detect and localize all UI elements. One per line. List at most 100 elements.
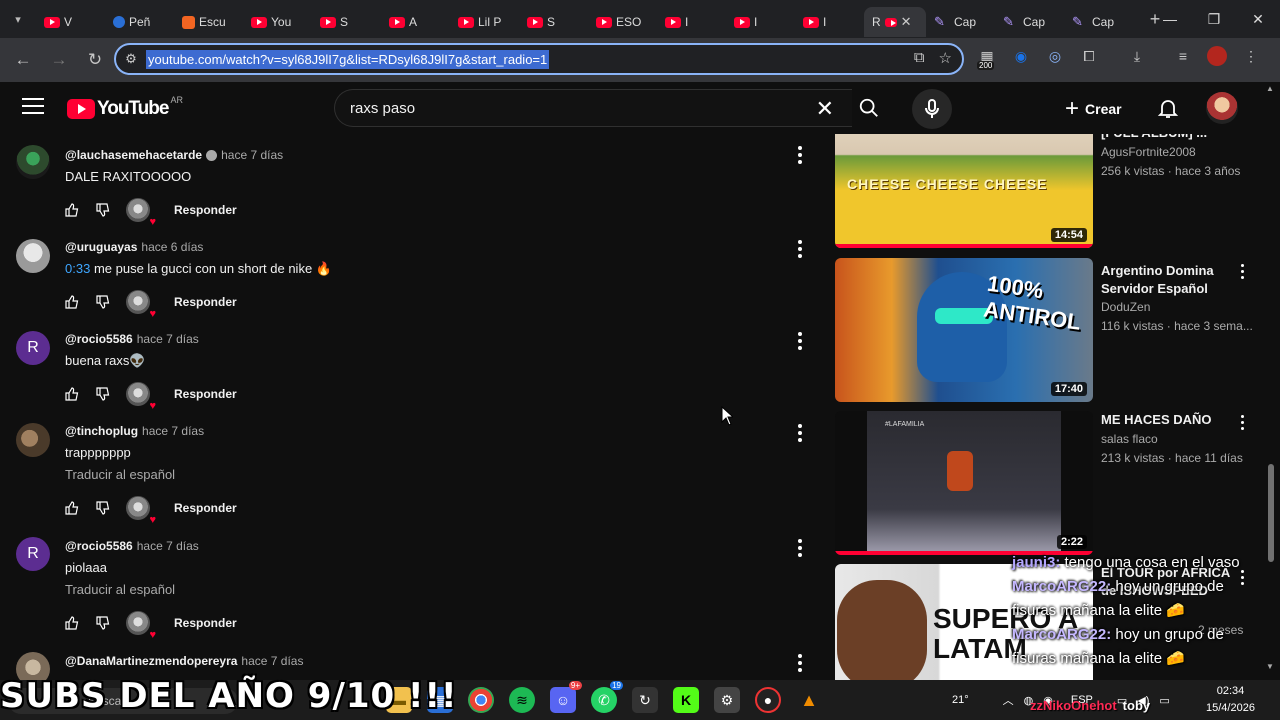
spotify-icon[interactable]: ≋ [509, 687, 535, 713]
kick-icon[interactable]: K [673, 687, 699, 713]
tab[interactable]: I [795, 7, 864, 37]
comment-author[interactable]: @tinchoplug [65, 424, 138, 438]
dislike-icon[interactable] [95, 615, 111, 631]
settings-gear-icon[interactable]: ⚙ [714, 687, 740, 713]
comment-author[interactable]: @lauchasemehacetarde [65, 148, 202, 162]
search-value[interactable]: raxs paso [350, 100, 415, 117]
tab[interactable]: You [243, 7, 312, 37]
comment-menu-icon[interactable] [796, 240, 804, 261]
chrome-icon[interactable] [468, 687, 494, 713]
video-menu-icon[interactable] [1239, 264, 1245, 282]
search-input[interactable]: raxs paso ✕ [334, 89, 852, 127]
comment-time[interactable]: hace 7 días [241, 654, 303, 668]
comment-time[interactable]: hace 7 días [137, 539, 199, 553]
comment-author[interactable]: @DanaMartinezmendopereyra [65, 654, 237, 668]
clear-search-icon[interactable]: ✕ [816, 96, 834, 122]
video-timestamp-link[interactable]: 0:33 [65, 261, 90, 276]
profile-avatar[interactable] [1205, 44, 1229, 68]
video-title[interactable]: [FULL ALBUM] ... [1101, 134, 1241, 142]
minimize-icon[interactable]: — [1148, 0, 1192, 38]
translate-link[interactable]: Traducir al español [65, 582, 175, 597]
tab[interactable]: Lil P [450, 7, 519, 37]
avatar[interactable]: R [16, 537, 50, 571]
comment-time[interactable]: hace 6 días [141, 240, 203, 254]
like-icon[interactable] [64, 386, 80, 402]
search-button[interactable] [843, 89, 895, 127]
tab[interactable]: S [312, 7, 381, 37]
discord-icon[interactable]: ☺ 9+ [550, 681, 582, 713]
tab[interactable]: ✎ Cap [926, 7, 995, 37]
tab[interactable]: ✎ Cap [1064, 7, 1133, 37]
video-menu-icon[interactable] [1239, 415, 1245, 433]
scroll-up-arrow[interactable]: ▲ [1266, 84, 1274, 93]
tab[interactable]: Peñ [105, 7, 174, 37]
back-button[interactable]: ← [6, 43, 40, 77]
comment-time[interactable]: hace 7 días [142, 424, 204, 438]
reply-button[interactable]: Responder [174, 387, 237, 401]
site-info-icon[interactable]: ⚙ [116, 51, 146, 67]
extension-icon[interactable]: ◉ [1009, 44, 1033, 68]
like-icon[interactable] [64, 202, 80, 218]
tab-search-button[interactable]: ▾ [0, 0, 36, 38]
channel-name[interactable]: DoduZen [1101, 300, 1150, 314]
tab[interactable]: V [36, 7, 105, 37]
comment-menu-icon[interactable] [796, 654, 804, 675]
reply-button[interactable]: Responder [174, 616, 237, 630]
menu-icon[interactable] [22, 98, 44, 119]
reload-button[interactable]: ↻ [78, 43, 112, 77]
video-title[interactable]: Argentino Domina Servidor Español [1101, 262, 1241, 298]
tab[interactable]: ESO [588, 7, 657, 37]
scroll-down-arrow[interactable]: ▼ [1266, 662, 1274, 671]
tab[interactable]: I [726, 7, 795, 37]
extension-icon[interactable]: ◎ [1043, 44, 1067, 68]
whatsapp-icon[interactable]: ✆ 19 [591, 681, 623, 713]
close-window-icon[interactable]: ✕ [1236, 0, 1280, 38]
comment-time[interactable]: hace 7 días [221, 148, 283, 162]
avatar[interactable] [16, 423, 50, 457]
puzzle-icon[interactable]: ⧠ [1077, 44, 1101, 68]
comment-menu-icon[interactable] [796, 332, 804, 353]
battery-icon[interactable]: ▭ [1159, 694, 1169, 707]
video-thumbnail[interactable]: #LAFAMILIA 2:22 [835, 411, 1093, 555]
tab[interactable]: Escu [174, 7, 243, 37]
comment-author[interactable]: @uruguayas [65, 240, 137, 254]
page-scrollbar[interactable] [1268, 464, 1274, 562]
comment-menu-icon[interactable] [796, 146, 804, 167]
browser-menu-icon[interactable]: ⋮ [1239, 44, 1263, 68]
reply-button[interactable]: Responder [174, 295, 237, 309]
like-icon[interactable] [64, 500, 80, 516]
dislike-icon[interactable] [95, 500, 111, 516]
vlc-icon[interactable]: ▲ [796, 687, 822, 713]
close-icon[interactable]: ✕ [901, 14, 912, 30]
avatar[interactable]: R [16, 331, 50, 365]
download-icon[interactable]: ⤓ [1125, 44, 1149, 68]
dislike-icon[interactable] [95, 202, 111, 218]
reply-button[interactable]: Responder [174, 501, 237, 515]
tab-active[interactable]: R ✕ [864, 7, 926, 37]
like-icon[interactable] [64, 615, 80, 631]
avatar[interactable] [16, 145, 50, 179]
extension-icon[interactable]: ▦ 200 [975, 44, 999, 70]
recorder-icon[interactable]: ● [755, 687, 781, 713]
address-bar[interactable]: ⚙ youtube.com/watch?v=syl68J9lI7g&list=R… [114, 43, 964, 75]
video-thumbnail[interactable]: 100% ANTIROL 17:40 [835, 258, 1093, 402]
tab[interactable]: S [519, 7, 588, 37]
tab[interactable]: ✎ Cap [995, 7, 1064, 37]
video-thumbnail[interactable]: CHEESE CHEESE CHEESE 14:54 [835, 134, 1093, 248]
avatar[interactable] [16, 239, 50, 273]
app-icon[interactable]: ↻ [632, 687, 658, 713]
channel-name[interactable]: AgusFortnite2008 [1101, 145, 1196, 159]
media-control-icon[interactable]: ≡ [1171, 44, 1195, 68]
dislike-icon[interactable] [95, 386, 111, 402]
tab[interactable]: I [657, 7, 726, 37]
tab[interactable]: A [381, 7, 450, 37]
url-text[interactable]: youtube.com/watch?v=syl68J9lI7g&list=RDs… [146, 49, 550, 69]
like-icon[interactable] [64, 294, 80, 310]
youtube-logo[interactable]: YouTube AR [67, 95, 183, 120]
taskbar-clock[interactable]: 02:34 15/4/2026 [1206, 683, 1255, 717]
comment-menu-icon[interactable] [796, 424, 804, 445]
notifications-bell-icon[interactable] [1156, 96, 1180, 120]
tray-overflow-icon[interactable]: ︿ [1003, 692, 1014, 708]
comment-time[interactable]: hace 7 días [137, 332, 199, 346]
install-app-icon[interactable]: ⧉ [914, 49, 925, 67]
